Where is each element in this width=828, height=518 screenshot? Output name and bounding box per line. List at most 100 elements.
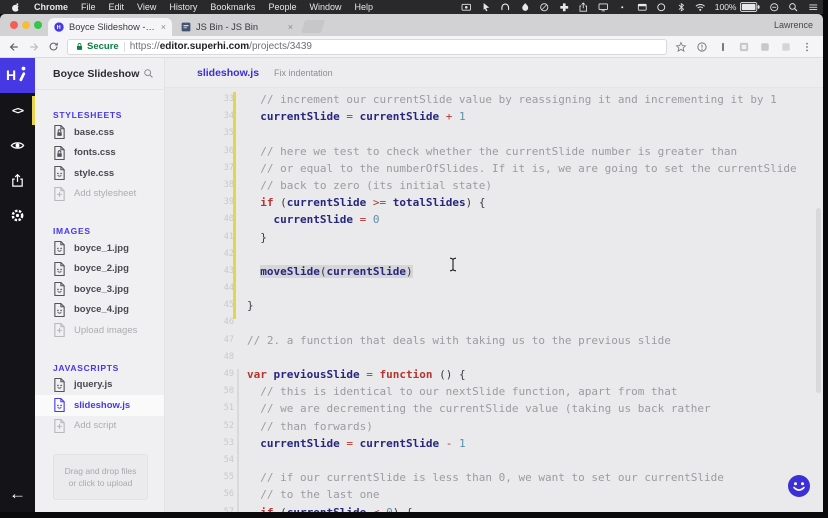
macos-menubar: Chrome File Edit View History Bookmarks Peopl… xyxy=(0,0,828,14)
tab-close-icon[interactable]: × xyxy=(288,22,293,32)
code-line-43[interactable]: 43 moveSlide(currentSlide) xyxy=(165,263,823,280)
menu-window[interactable]: Window xyxy=(309,0,341,14)
wifi-icon[interactable] xyxy=(695,2,706,13)
health-cross-icon[interactable] xyxy=(559,2,570,13)
dim-ext-1-icon[interactable] xyxy=(759,41,771,53)
forward-icon[interactable] xyxy=(28,41,40,53)
editor-scrollbar[interactable] xyxy=(816,208,821,393)
rail-gear-icon[interactable] xyxy=(0,198,35,233)
rail-code-icon[interactable]: <> xyxy=(0,93,35,128)
menu-people[interactable]: People xyxy=(268,0,296,14)
code-line-39[interactable]: 39 if (currentSlide >= totalSlides) { xyxy=(165,194,823,211)
zoom-window-button[interactable] xyxy=(34,21,42,29)
loop-icon[interactable] xyxy=(656,2,667,13)
code-line-35[interactable]: 35 xyxy=(165,125,823,142)
profile-name[interactable]: Lawrence xyxy=(774,20,813,30)
address-bar[interactable]: Secure https://editor.superhi.com/projec… xyxy=(67,38,667,55)
onetab-ext-icon[interactable] xyxy=(717,41,729,53)
line-text: // or equal to the numberOfSlides. If it… xyxy=(247,161,797,175)
menu-edit[interactable]: Edit xyxy=(109,0,125,14)
info-ext-icon[interactable] xyxy=(696,41,708,53)
file-item-style.css[interactable]: style.css xyxy=(35,163,164,184)
close-window-button[interactable] xyxy=(10,21,18,29)
file-item-boyce_2.jpg[interactable]: boyce_2.jpg xyxy=(35,259,164,280)
file-item-boyce_4.jpg[interactable]: boyce_4.jpg xyxy=(35,300,164,321)
new-tab-button[interactable] xyxy=(300,20,326,33)
code-line-33[interactable]: 33 // increment our currentSlide value b… xyxy=(165,91,823,108)
display-icon[interactable] xyxy=(598,2,609,13)
screen-record-icon[interactable] xyxy=(461,2,472,13)
minus-circle-icon[interactable] xyxy=(769,2,780,13)
code-line-47[interactable]: 47 // 2. a function that deals with takin… xyxy=(165,332,823,349)
phone-icon[interactable] xyxy=(500,2,511,13)
rail-upload-icon[interactable] xyxy=(0,163,35,198)
bookmark-star-icon[interactable] xyxy=(675,40,687,53)
action-upload-images[interactable]: Upload images xyxy=(35,320,164,341)
file-item-fonts.css[interactable]: fonts.css xyxy=(35,143,164,164)
code-line-57[interactable]: 57 if (currentSlide < 0) { xyxy=(165,504,823,513)
file-item-base.css[interactable]: base.css xyxy=(35,122,164,143)
dot-icon[interactable] xyxy=(617,2,628,13)
line-text: // than forwards) xyxy=(247,419,373,433)
superhi-logo[interactable]: H xyxy=(0,58,35,93)
minimize-window-button[interactable] xyxy=(22,21,30,29)
secure-badge[interactable]: Secure xyxy=(75,41,119,52)
action-add-script[interactable]: Add script xyxy=(35,416,164,437)
menu-help[interactable]: Help xyxy=(354,0,373,14)
search-icon[interactable] xyxy=(788,2,799,13)
kebab-menu-icon[interactable] xyxy=(801,41,813,53)
cursor-icon[interactable] xyxy=(481,2,492,13)
tab-close-icon[interactable]: × xyxy=(161,22,166,32)
square-ext-icon[interactable] xyxy=(738,41,750,53)
file-item-boyce_3.jpg[interactable]: boyce_3.jpg xyxy=(35,279,164,300)
code-line-34[interactable]: 34 currentSlide = currentSlide + 1 xyxy=(165,108,823,125)
back-arrow-icon[interactable]: ← xyxy=(9,485,26,502)
code-line-44[interactable]: 44 xyxy=(165,280,823,297)
share-icon[interactable] xyxy=(578,2,589,13)
code-line-54[interactable]: 54 xyxy=(165,452,823,469)
tab-1[interactable]: H Boyce Slideshow - SuperHi × xyxy=(48,18,172,36)
code-line-36[interactable]: 36 // here we test to check whether the … xyxy=(165,143,823,160)
zero-badge-icon[interactable] xyxy=(539,2,550,13)
apple-icon[interactable] xyxy=(10,2,21,13)
menu-view[interactable]: View xyxy=(137,0,156,14)
bluetooth-icon[interactable] xyxy=(676,2,687,13)
tab-2[interactable]: JS Bin - JS Bin × xyxy=(175,18,299,36)
menu-bookmarks[interactable]: Bookmarks xyxy=(210,0,255,14)
action-add-stylesheet[interactable]: Add stylesheet xyxy=(35,184,164,205)
code-line-51[interactable]: 51 // we are decrementing the currentSli… xyxy=(165,400,823,417)
back-icon[interactable] xyxy=(8,41,20,53)
file-item-jquery.js[interactable]: jquery.js xyxy=(35,375,164,396)
fix-indentation-action[interactable]: Fix indentation xyxy=(274,68,333,78)
code-line-40[interactable]: 40 currentSlide = 0 xyxy=(165,211,823,228)
window-icon[interactable] xyxy=(637,2,648,13)
code-line-50[interactable]: 50 // this is identical to our nextSlide… xyxy=(165,383,823,400)
menu-lines-icon[interactable] xyxy=(808,2,819,13)
code-line-45[interactable]: 45} xyxy=(165,297,823,314)
reload-icon[interactable] xyxy=(48,41,59,52)
dim-ext-2-icon[interactable] xyxy=(780,41,792,53)
code-line-38[interactable]: 38 // back to zero (its initial state) xyxy=(165,177,823,194)
search-icon[interactable] xyxy=(143,68,154,79)
flame-icon[interactable] xyxy=(520,2,531,13)
code-line-42[interactable]: 42 xyxy=(165,246,823,263)
menubar-app-name[interactable]: Chrome xyxy=(34,0,68,14)
code-line-55[interactable]: 55 // if our currentSlide is less than 0… xyxy=(165,469,823,486)
code-line-52[interactable]: 52 // than forwards) xyxy=(165,418,823,435)
menu-file[interactable]: File xyxy=(81,0,96,14)
code-line-49[interactable]: 49 var previousSlide = function () { xyxy=(165,366,823,383)
code-line-48[interactable]: 48 xyxy=(165,349,823,366)
rail-eye-icon[interactable] xyxy=(0,128,35,163)
code-line-56[interactable]: 56 // to the last one xyxy=(165,486,823,503)
code-area[interactable]: 33 // increment our currentSlide value b… xyxy=(165,88,823,512)
code-line-37[interactable]: 37 // or equal to the numberOfSlides. If… xyxy=(165,160,823,177)
code-line-41[interactable]: 41 } xyxy=(165,229,823,246)
file-item-boyce_1.jpg[interactable]: boyce_1.jpg xyxy=(35,238,164,259)
code-line-53[interactable]: 53 currentSlide = currentSlide - 1 xyxy=(165,435,823,452)
chat-help-button[interactable] xyxy=(786,473,812,499)
file-item-slideshow.js[interactable]: slideshow.js xyxy=(35,395,164,416)
menu-history[interactable]: History xyxy=(169,0,197,14)
code-line-46[interactable]: 46 xyxy=(165,314,823,331)
action-label: Upload images xyxy=(74,324,138,336)
upload-dropzone[interactable]: Drag and drop files or click to upload xyxy=(53,454,148,500)
